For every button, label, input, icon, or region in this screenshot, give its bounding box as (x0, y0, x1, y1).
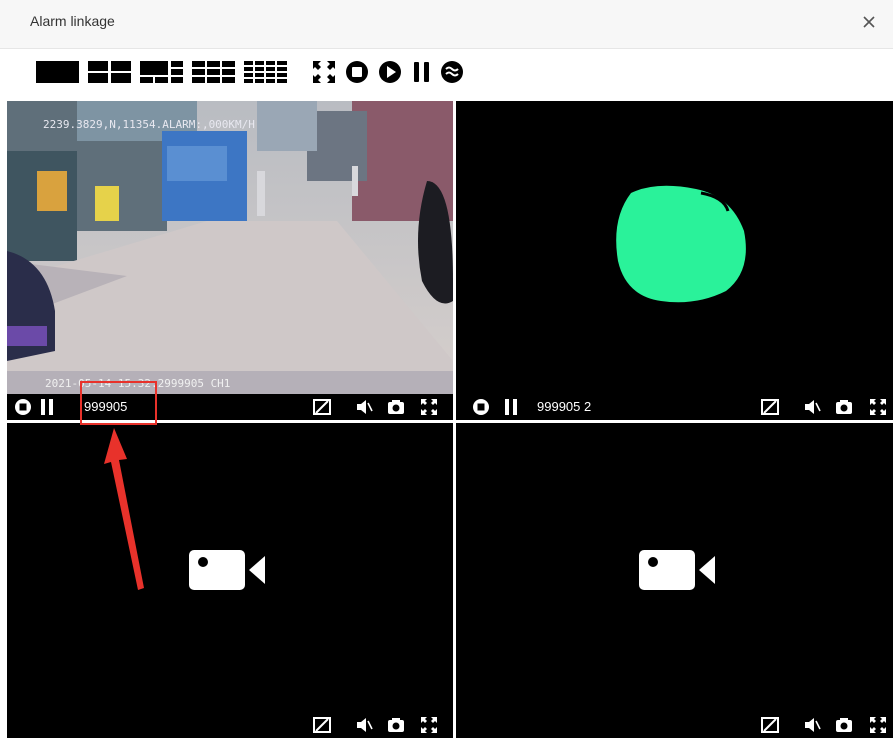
pause-icon[interactable] (503, 398, 521, 416)
mute-icon[interactable] (803, 398, 821, 416)
layout-1-button[interactable] (36, 58, 79, 86)
single-view-icon (36, 61, 79, 83)
layout-16-button[interactable] (244, 58, 287, 86)
stop-icon[interactable] (14, 398, 32, 416)
pause-icon[interactable] (39, 398, 57, 416)
device-label: 999905 2 (537, 399, 592, 414)
quad-view-icon (88, 61, 131, 83)
stop-icon[interactable] (472, 398, 490, 416)
close-icon[interactable] (857, 10, 881, 34)
video-pane-1[interactable]: 2239.3829,N,11354.ALARM:,000KM/H 2021-05… (7, 101, 453, 420)
six-view-icon (140, 61, 183, 83)
annotation-highlight-box (80, 381, 157, 425)
fullscreen-icon[interactable] (869, 716, 887, 734)
dialog-titlebar: Alarm linkage (0, 0, 893, 49)
stream-icon (441, 61, 463, 83)
snapshot-disabled-icon[interactable] (761, 716, 779, 734)
camera-icon[interactable] (835, 716, 853, 734)
pane-4-controls (456, 712, 893, 738)
video-content-blob (616, 185, 746, 303)
pane-2-controls: 999905 2 (456, 394, 893, 420)
fullscreen-icon (313, 61, 335, 83)
annotation-arrow-icon (104, 428, 144, 590)
video-camera-icon (189, 550, 265, 590)
layout-4-button[interactable] (88, 58, 131, 86)
fullscreen-icon[interactable] (869, 398, 887, 416)
sixteen-view-icon (244, 61, 287, 83)
pause-all-button[interactable] (411, 58, 433, 86)
fullscreen-icon[interactable] (420, 716, 438, 734)
layout-6-button[interactable] (140, 58, 183, 86)
fullscreen-icon[interactable] (420, 398, 438, 416)
pane-1-controls: 999905 (7, 394, 453, 420)
video-camera-icon (639, 550, 715, 590)
camera-icon[interactable] (387, 716, 405, 734)
camera-icon[interactable] (387, 398, 405, 416)
stop-all-button[interactable] (345, 58, 369, 86)
nine-view-icon (192, 61, 235, 83)
snapshot-disabled-icon[interactable] (313, 716, 331, 734)
osd-top-text: 2239.3829,N,11354.ALARM:,000KM/H (43, 118, 255, 131)
pause-icon (414, 62, 429, 82)
play-all-button[interactable] (378, 58, 402, 86)
snapshot-disabled-icon[interactable] (761, 398, 779, 416)
camera-feed-image (7, 101, 453, 394)
mute-icon[interactable] (355, 716, 373, 734)
layout-9-button[interactable] (192, 58, 235, 86)
stop-icon (346, 61, 368, 83)
mute-icon[interactable] (355, 398, 373, 416)
fullscreen-button[interactable] (312, 58, 336, 86)
dialog-title: Alarm linkage (30, 13, 115, 29)
snapshot-disabled-icon[interactable] (313, 398, 331, 416)
pane-3-controls (7, 712, 453, 738)
video-pane-3[interactable] (7, 423, 453, 738)
mute-icon[interactable] (803, 716, 821, 734)
stream-switch-button[interactable] (440, 58, 464, 86)
camera-icon[interactable] (835, 398, 853, 416)
video-pane-2[interactable]: 999905 2 (456, 101, 893, 420)
play-icon (379, 61, 401, 83)
video-pane-4[interactable] (456, 423, 893, 738)
